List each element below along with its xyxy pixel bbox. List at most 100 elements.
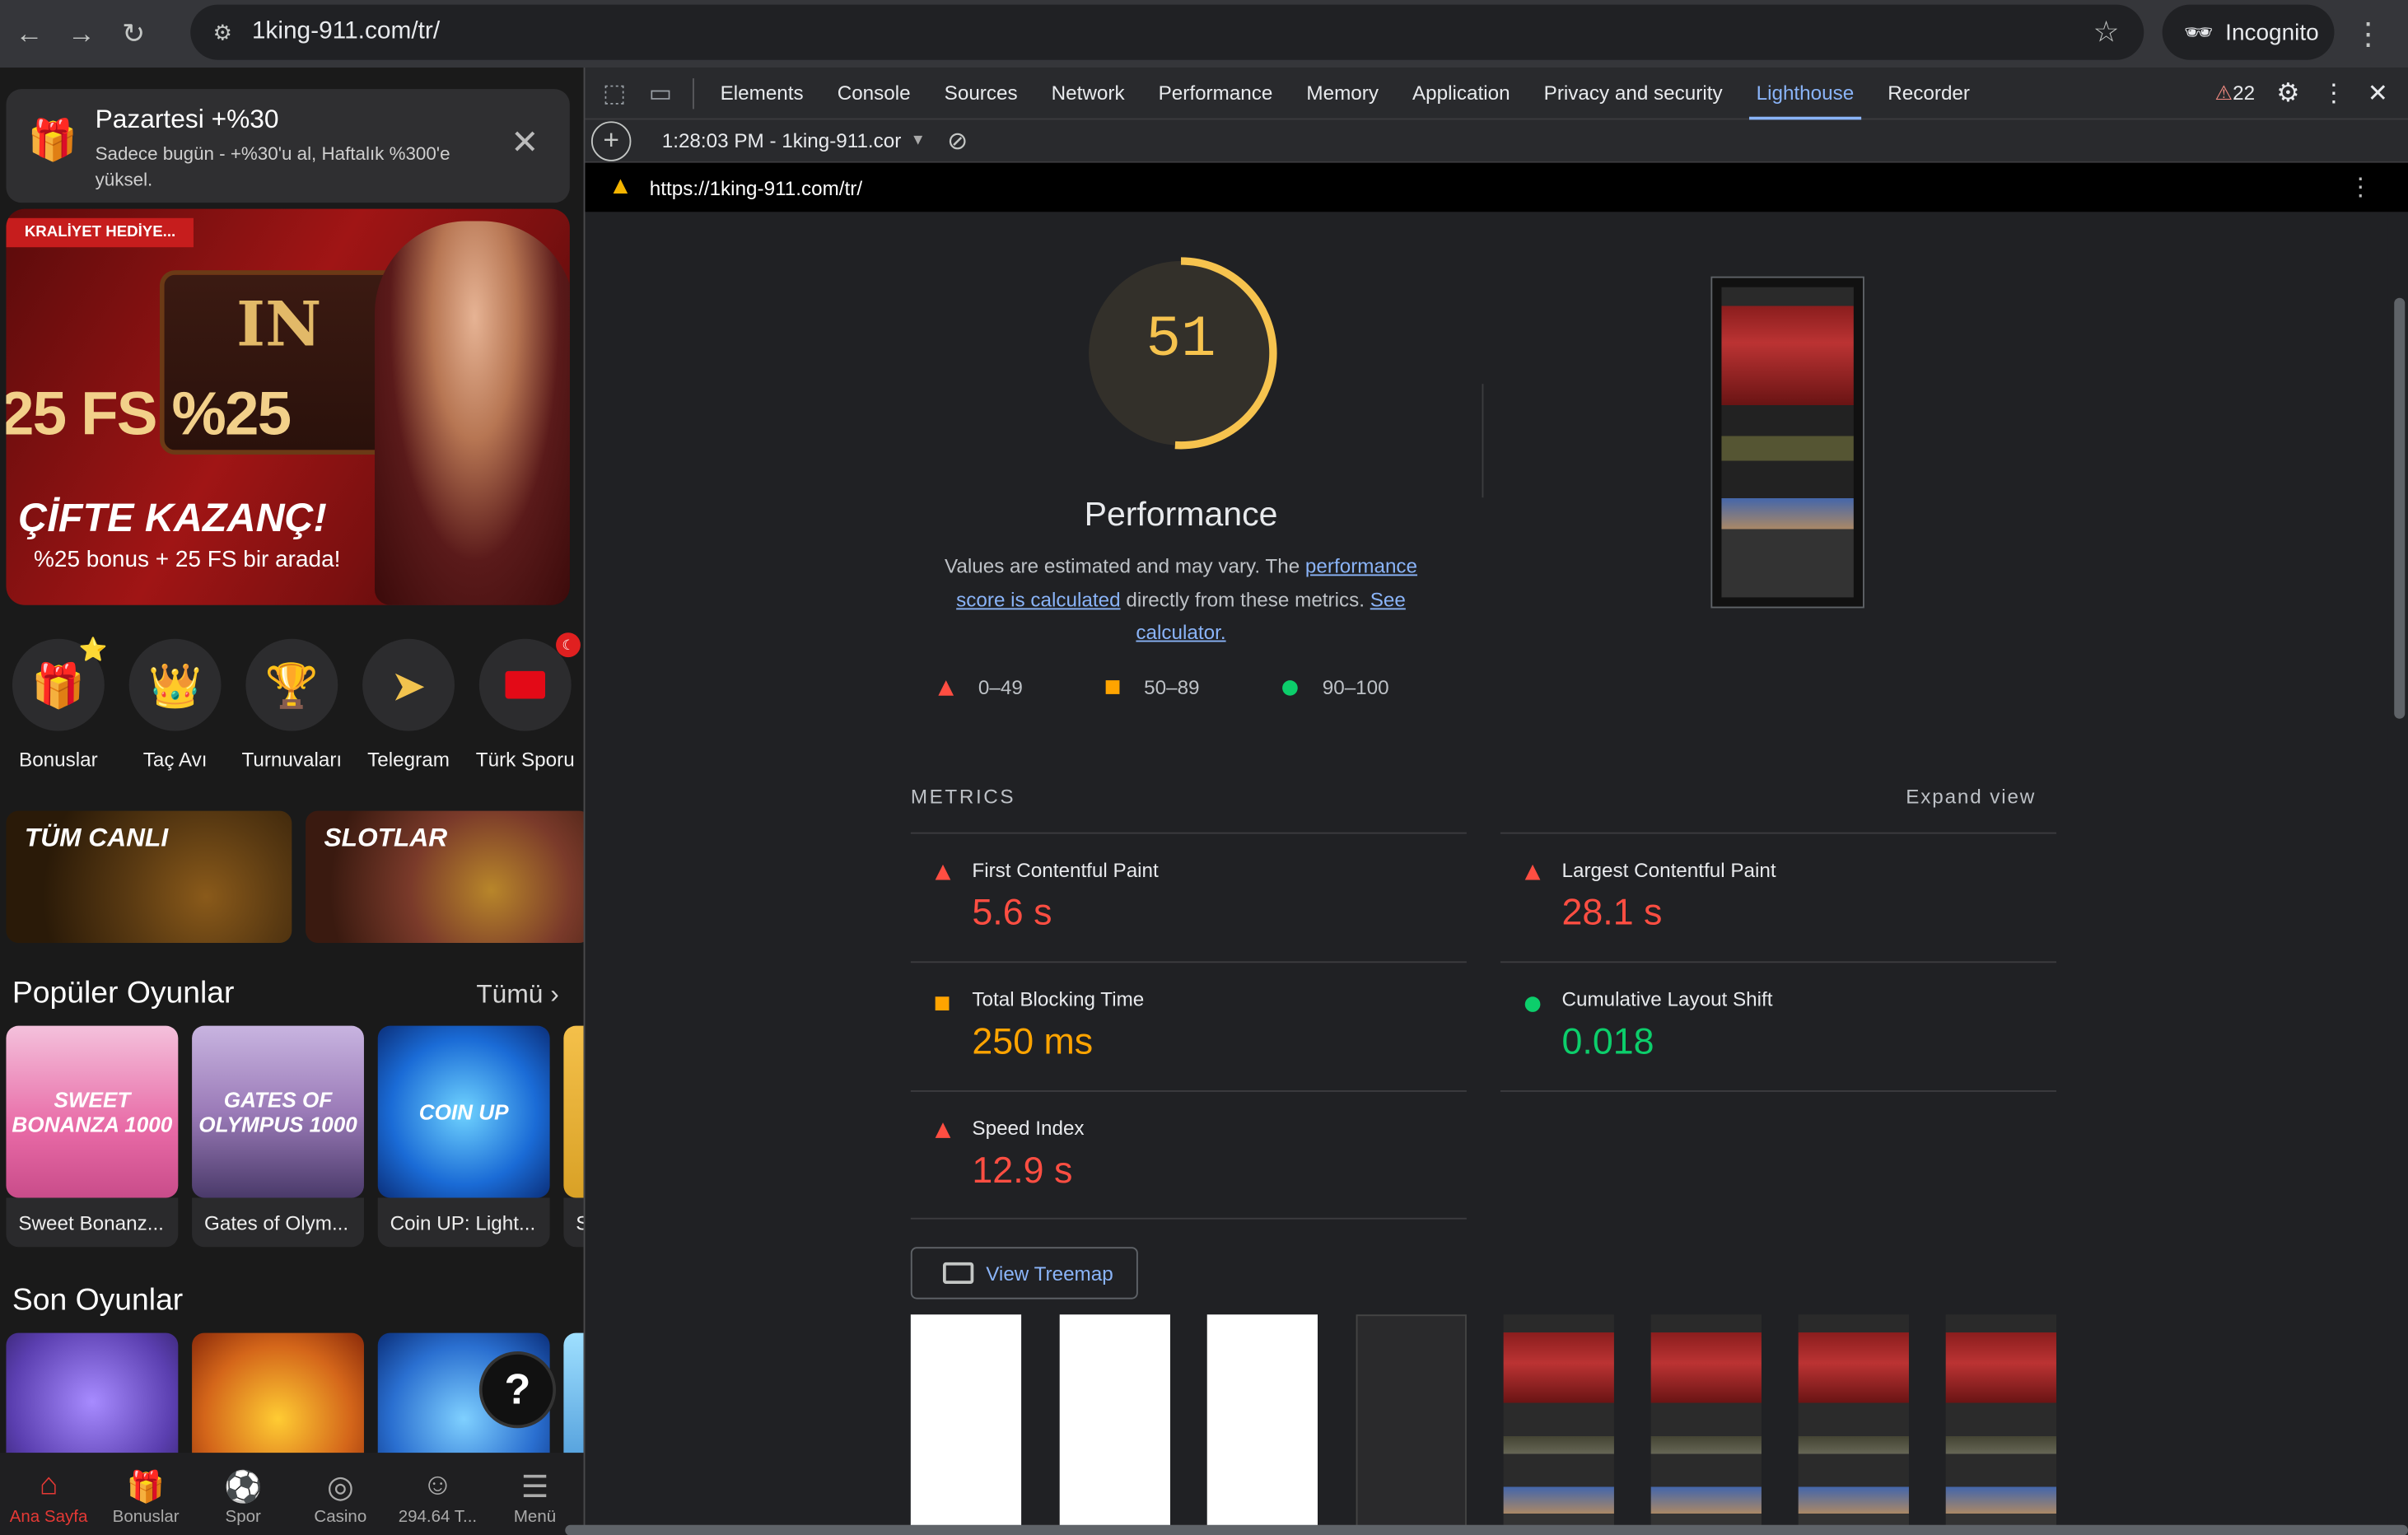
tab-lighthouse[interactable]: Lighthouse (1739, 67, 1871, 119)
help-button[interactable]: ? (478, 1351, 557, 1429)
warnings-badge[interactable]: ⚠22 (2214, 82, 2255, 106)
recent-heading: Son Oyunlar (12, 1283, 184, 1318)
scrollbar-thumb[interactable] (2394, 297, 2406, 719)
tab-elements[interactable]: Elements (703, 67, 820, 119)
metric-lcp: Largest Contentful Paint 28.1 s (1500, 832, 2056, 962)
site-settings-icon[interactable]: ⚙ (199, 19, 245, 45)
category-turk-sporu[interactable]: ☾ Türk Sporu (467, 632, 584, 777)
settings-gear-icon[interactable]: ⚙ (2276, 78, 2299, 109)
pass-circle-icon (1282, 679, 1298, 695)
view-treemap-button[interactable]: View Treemap (910, 1247, 1138, 1299)
devtools-actions: ⚠22 ⚙ ⋮ ✕ (2214, 68, 2408, 119)
lighthouse-toolbar: + 1:28:03 PM - 1king-911.cor ▼ ⊘ (585, 119, 2408, 163)
device-toolbar-icon[interactable]: ▭ (637, 77, 684, 108)
back-arrow-icon[interactable]: ← (3, 7, 55, 59)
close-icon[interactable]: ✕ (511, 123, 539, 162)
new-report-plus-icon[interactable]: + (590, 120, 632, 161)
nav-sport[interactable]: ⚽ Spor (194, 1453, 292, 1535)
popular-heading: Popüler Oyunlar (12, 977, 235, 1011)
tile-slots[interactable]: SLOTLAR (306, 810, 584, 943)
tab-network[interactable]: Network (1034, 67, 1141, 119)
legend-average: 50–89 (1105, 676, 1200, 698)
warning-icon: ⚠ (2214, 81, 2233, 105)
turkish-flag-icon: ☾ (478, 632, 581, 731)
tab-sources[interactable]: Sources (927, 67, 1034, 119)
tab-performance[interactable]: Performance (1141, 67, 1290, 119)
tab-application[interactable]: Application (1395, 67, 1527, 119)
game-card[interactable]: COIN UP Coin UP: Light... (377, 1025, 550, 1250)
game-name: S (563, 1197, 584, 1248)
category-label: Turnuvaları (241, 748, 343, 772)
bottom-nav: ⌂ Ana Sayfa 🎁 Bonuslar ⚽ Spor ◎ Casino ☺ 294.… (0, 1453, 584, 1535)
game-card[interactable]: S (563, 1025, 584, 1250)
warning-count: 22 (2233, 81, 2256, 105)
forward-arrow-icon[interactable]: → (55, 7, 107, 59)
category-telegram[interactable]: ➤ Telegram (350, 638, 467, 777)
lighthouse-logo-icon: ▲ (608, 173, 633, 200)
more-vert-icon[interactable]: ⋮ (2348, 172, 2373, 203)
category-turnuvalari[interactable]: 🏆 Turnuvaları (233, 638, 350, 777)
metric-value: 5.6 s (972, 892, 1052, 934)
metric-value: 0.018 (1561, 1021, 1654, 1063)
see-all-link[interactable]: Tümü › (476, 980, 558, 1010)
see-all-label: Tümü (476, 979, 544, 1010)
category-tac-avi[interactable]: 👑 Taç Avı (117, 638, 234, 777)
game-name: Sweet Bonanz... (6, 1197, 179, 1248)
tile-live[interactable]: TÜM CANLI (6, 810, 292, 943)
expand-view-toggle[interactable]: Expand view (1906, 785, 2036, 808)
crown-icon: 👑 (128, 638, 222, 731)
game-card[interactable]: GATES OF OLYMPUS 1000 Gates of Olym... (192, 1025, 364, 1250)
nav-bonuses[interactable]: 🎁 Bonuslar (97, 1453, 194, 1535)
clear-block-icon[interactable]: ⊘ (947, 125, 968, 156)
banner-logo: IN (236, 288, 322, 362)
metric-si: Speed Index 12.9 s (910, 1090, 1467, 1220)
tile-label: SLOTLAR (324, 823, 448, 852)
metric-label: Cumulative Layout Shift (1561, 987, 1773, 1011)
tab-console[interactable]: Console (820, 67, 927, 119)
metrics-header: METRICS (910, 784, 1016, 808)
category-bonuslar[interactable]: 🎁 ⭐ Bonuslar (0, 637, 117, 777)
desc-text: directly from these metrics. (1120, 587, 1370, 611)
inspect-element-icon[interactable]: ⬚ (591, 77, 637, 108)
flag-badge-icon: ☾ (556, 632, 581, 658)
dropdown-caret-icon[interactable]: ▼ (911, 132, 926, 149)
game-card[interactable]: SWEET BONANZA 1000 Sweet Bonanz... (6, 1025, 179, 1250)
incognito-icon: 🕶 (2183, 20, 2214, 46)
fail-triangle-icon (935, 864, 951, 880)
reload-icon[interactable]: ↻ (108, 7, 160, 59)
legend-fail: 0–49 (938, 676, 1023, 698)
more-vert-icon[interactable]: ⋮ (2353, 16, 2383, 54)
close-icon[interactable]: ✕ (2368, 78, 2388, 109)
tab-recorder[interactable]: Recorder (1871, 67, 1987, 119)
treemap-icon (942, 1262, 974, 1284)
address-bar[interactable]: ⚙ 1king-911.com/tr/ ☆ (190, 4, 2144, 60)
game-art (563, 1025, 584, 1198)
game-art: SWEET BONANZA 1000 (6, 1025, 179, 1198)
final-screenshot[interactable] (1710, 276, 1864, 609)
category-label: Telegram (367, 748, 450, 772)
report-select[interactable]: 1:28:03 PM - 1king-911.cor (662, 129, 902, 152)
metric-value: 12.9 s (972, 1150, 1073, 1192)
tab-privacy-security[interactable]: Privacy and security (1527, 67, 1739, 119)
report-scrollbar[interactable] (2387, 212, 2408, 1535)
incognito-button[interactable]: 🕶 Incognito (2162, 4, 2335, 60)
nav-menu[interactable]: ☰ Menü (486, 1453, 583, 1535)
promo-banner[interactable]: IN 25 FS %25 KRALİYET HEDİYE... ÇİFTE KA… (6, 208, 570, 605)
address-url[interactable]: 1king-911.com/tr/ (252, 18, 440, 46)
horizontal-scrollbar[interactable] (565, 1524, 2408, 1535)
promo-toast[interactable]: 🎁 Pazartesi +%30 Sadece bugün - +%30'u a… (6, 89, 570, 203)
category-label: Bonuslar (19, 748, 98, 772)
nav-home[interactable]: ⌂ Ana Sayfa (0, 1453, 97, 1535)
nav-account[interactable]: ☺ 294.64 T... (389, 1453, 486, 1535)
metric-label: Total Blocking Time (972, 987, 1145, 1011)
more-vert-icon[interactable]: ⋮ (2322, 78, 2346, 109)
legend-range: 90–100 (1322, 675, 1389, 699)
filmstrip-frame (1798, 1314, 1909, 1535)
user-icon: ☺ (422, 1467, 454, 1502)
tab-memory[interactable]: Memory (1290, 67, 1396, 119)
game-art: GATES OF OLYMPUS 1000 (192, 1025, 364, 1198)
desc-text: Values are estimated and may vary. The (944, 554, 1305, 578)
nav-casino[interactable]: ◎ Casino (292, 1453, 389, 1535)
bookmark-star-icon[interactable]: ☆ (2093, 16, 2120, 51)
trophy-icon: 🏆 (245, 638, 338, 731)
